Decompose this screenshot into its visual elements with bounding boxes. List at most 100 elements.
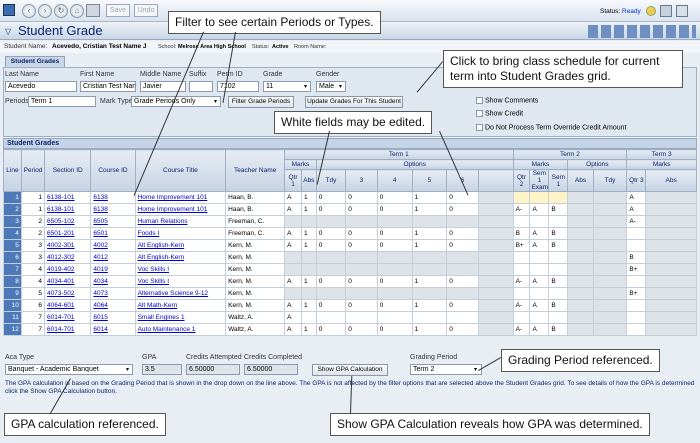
table-row[interactable]: 11 7 6014-701 6015 Small Engines 1 Waltz, A. A — [3, 311, 697, 324]
abs-cell[interactable] — [300, 287, 317, 300]
title-cell[interactable]: Voc Skills I — [134, 263, 227, 276]
title-link[interactable]: Alt English-Kern — [138, 242, 185, 249]
c6-cell[interactable] — [446, 215, 479, 228]
q1-cell[interactable]: A — [284, 227, 302, 240]
last-name-field[interactable]: Acevedo — [5, 81, 77, 92]
col-3[interactable]: 3 — [345, 169, 378, 192]
no-override-checkbox[interactable]: Do Not Process Term Override Credit Amou… — [476, 124, 626, 131]
course-link[interactable]: 4002 — [93, 242, 107, 249]
q3-cell[interactable]: A- — [626, 215, 647, 228]
table-row[interactable]: 7 4 4019-402 4019 Voc Skills I Kern, M. B+ — [3, 263, 697, 276]
course-link[interactable]: 6501 — [93, 230, 107, 237]
c5-cell[interactable] — [411, 215, 448, 228]
title-cell[interactable]: Auto Maintenance 1 — [134, 323, 227, 336]
q3-cell[interactable] — [626, 299, 647, 312]
tdy-cell[interactable] — [315, 251, 347, 264]
q3-cell[interactable]: B+ — [626, 263, 647, 276]
undo-button[interactable]: Undo — [134, 4, 158, 17]
c5-cell[interactable]: 1 — [411, 191, 448, 204]
abs-cell[interactable]: 1 — [300, 275, 317, 288]
s1-cell[interactable]: B — [548, 227, 569, 240]
c6-cell[interactable]: 0 — [446, 275, 479, 288]
s1e-cell[interactable] — [529, 263, 550, 276]
section-link[interactable]: 4073-502 — [47, 290, 74, 297]
c3-cell[interactable]: 0 — [345, 299, 378, 312]
course-cell[interactable]: 4019 — [90, 263, 136, 276]
s1e-cell[interactable]: A — [529, 227, 550, 240]
section-cell[interactable]: 6138-101 — [44, 191, 92, 204]
tdy-cell[interactable]: 0 — [315, 239, 347, 252]
c5-cell[interactable]: 1 — [411, 239, 448, 252]
q3-cell[interactable] — [626, 227, 647, 240]
table-row[interactable]: 3 2 6505-102 6505 Human Relations Freeman, C.… — [3, 215, 697, 228]
course-link[interactable]: 6138 — [93, 194, 107, 201]
section-link[interactable]: 4034-401 — [47, 278, 74, 285]
s1e-cell[interactable] — [529, 251, 550, 264]
s1e-cell[interactable]: A — [529, 239, 550, 252]
course-cell[interactable]: 6138 — [90, 191, 136, 204]
abs-cell[interactable] — [300, 263, 317, 276]
c6-cell[interactable] — [446, 263, 479, 276]
c4-cell[interactable]: 0 — [376, 323, 413, 336]
suffix-field[interactable] — [189, 81, 213, 92]
abs-cell[interactable]: 1 — [300, 299, 317, 312]
q3-cell[interactable]: B — [626, 251, 647, 264]
c6-cell[interactable]: 0 — [446, 299, 479, 312]
c4-cell[interactable] — [376, 263, 413, 276]
q2-cell[interactable] — [512, 311, 531, 324]
table-row[interactable]: 10 6 4064-601 4064 Alt Math-Kern Kern, M. A 1 0 0… — [3, 299, 697, 312]
course-link[interactable]: 6138 — [93, 206, 107, 213]
table-row[interactable]: 1 1 6138-101 6138 Home Improvement 101 Haan, … — [3, 191, 697, 204]
c4-cell[interactable]: 0 — [376, 239, 413, 252]
first-name-field[interactable]: Cristian Test Name — [80, 81, 136, 92]
c3-cell[interactable] — [345, 311, 378, 324]
c3-cell[interactable]: 0 — [345, 191, 378, 204]
course-cell[interactable]: 4002 — [90, 239, 136, 252]
tools-icon[interactable] — [676, 5, 688, 17]
table-row[interactable]: 12 7 6014-701 6014 Auto Maintenance 1 Waltz, … — [3, 323, 697, 336]
col-line[interactable]: Line — [3, 149, 22, 192]
col-abs3[interactable]: Abs — [645, 169, 697, 192]
c3-cell[interactable] — [345, 263, 378, 276]
q1-cell[interactable]: A — [284, 299, 302, 312]
col-abs2[interactable]: Abs — [567, 169, 594, 192]
q3-cell[interactable]: A — [626, 203, 647, 216]
course-cell[interactable]: 4034 — [90, 275, 136, 288]
tdy-cell[interactable]: 0 — [315, 299, 347, 312]
abs-cell[interactable]: 1 — [300, 203, 317, 216]
c5-cell[interactable] — [411, 251, 448, 264]
q1-cell[interactable] — [284, 251, 302, 264]
periods-select[interactable]: Term 1 — [28, 96, 96, 107]
q2-cell[interactable]: A- — [512, 203, 531, 216]
q1-cell[interactable]: A — [284, 203, 302, 216]
col-5[interactable]: 5 — [411, 169, 448, 192]
course-link[interactable]: 6505 — [93, 218, 107, 225]
section-cell[interactable]: 4012-302 — [44, 251, 92, 264]
s1-cell[interactable]: B — [548, 239, 569, 252]
abs-cell[interactable]: 1 — [300, 323, 317, 336]
s1e-cell[interactable]: A — [529, 323, 550, 336]
title-cell[interactable]: Human Relations — [134, 215, 227, 228]
refresh-icon[interactable]: ↻ — [54, 4, 68, 18]
col-teacher[interactable]: Teacher Name — [225, 149, 286, 192]
title-link[interactable]: Home Improvement 101 — [138, 194, 208, 201]
c4-cell[interactable] — [376, 311, 413, 324]
title-link[interactable]: Auto Maintenance 1 — [138, 326, 196, 333]
q1-cell[interactable]: A — [284, 323, 302, 336]
tdy-cell[interactable] — [315, 287, 347, 300]
c3-cell[interactable]: 0 — [345, 323, 378, 336]
q3-cell[interactable] — [626, 311, 647, 324]
s1-cell[interactable]: B — [548, 323, 569, 336]
q1-cell[interactable] — [284, 215, 302, 228]
abs-cell[interactable]: 1 — [300, 239, 317, 252]
table-row[interactable]: 5 3 4002-301 4002 Alt English-Kern Kern, M. A 1… — [3, 239, 697, 252]
section-cell[interactable]: 4002-301 — [44, 239, 92, 252]
abs-cell[interactable] — [300, 215, 317, 228]
chevron-down-icon[interactable]: ▾ — [304, 83, 307, 90]
abs-cell[interactable] — [300, 251, 317, 264]
tdy-cell[interactable]: 0 — [315, 203, 347, 216]
s1e-cell[interactable]: A — [529, 203, 550, 216]
course-link[interactable]: 4073 — [93, 290, 107, 297]
q2-cell[interactable] — [512, 287, 531, 300]
chevron-down-icon[interactable]: ▾ — [339, 83, 342, 90]
